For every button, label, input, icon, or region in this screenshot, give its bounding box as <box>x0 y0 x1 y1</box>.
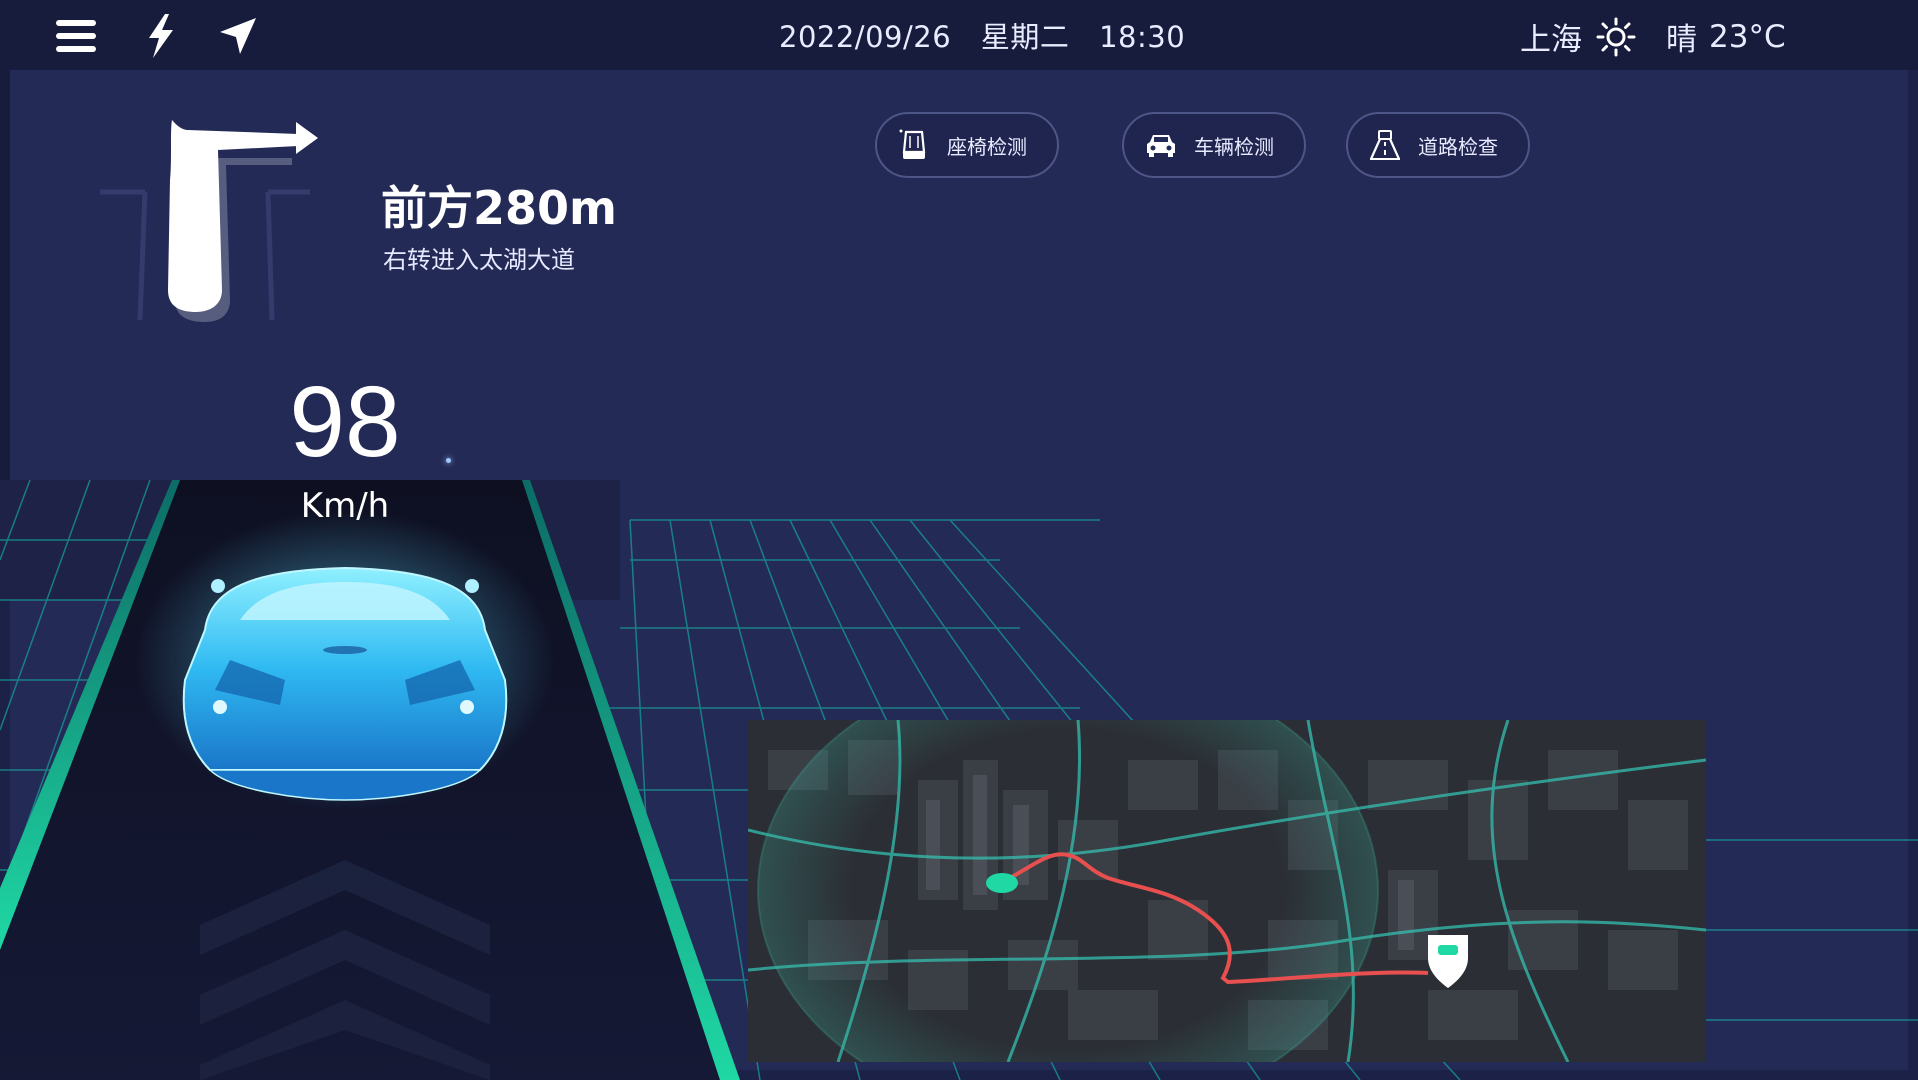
start-marker <box>986 873 1018 893</box>
road-check-button[interactable]: 道路检查 <box>1346 112 1530 178</box>
weather-text: 晴 <box>1666 22 1697 58</box>
turn-instruction: 右转进入太湖大道 <box>383 246 575 274</box>
seat-check-label: 座椅检测 <box>947 134 1027 159</box>
speed-unit: Km/h <box>300 486 390 526</box>
road-icon <box>1369 130 1401 160</box>
panel-edge <box>0 70 10 482</box>
map-canvas <box>748 720 1706 1062</box>
sun-icon <box>1596 17 1636 56</box>
turn-distance: 前方280m <box>381 181 617 235</box>
dashboard-screen: 2022/09/26 星期二 18:30 上海 晴 23°C 前方280m 右转… <box>0 0 1918 1080</box>
top-bar: 2022/09/26 星期二 18:30 上海 晴 23°C <box>0 0 1918 70</box>
vehicle-check-label: 车辆检测 <box>1194 134 1274 159</box>
speed-value: 98 <box>289 366 401 478</box>
temperature-text: 23°C <box>1709 18 1786 55</box>
menu-icon[interactable] <box>54 14 98 58</box>
navigation-arrow-icon[interactable] <box>216 14 260 58</box>
vehicle-check-button[interactable]: 车辆检测 <box>1122 112 1306 178</box>
datetime: 2022/09/26 星期二 18:30 <box>779 14 1205 56</box>
car-icon <box>1147 135 1175 157</box>
weather-widget: 上海 晴 23°C <box>1520 14 1786 59</box>
time-text: 18:30 <box>1099 20 1186 54</box>
weekday-text: 星期二 <box>980 20 1070 54</box>
turn-right-arrow-icon <box>100 120 318 322</box>
glow-dot <box>446 458 451 463</box>
date-text: 2022/09/26 <box>779 20 952 54</box>
city-text: 上海 <box>1520 22 1582 58</box>
lightning-icon[interactable] <box>138 14 182 58</box>
road-check-label: 道路检查 <box>1418 134 1498 159</box>
car-icon <box>182 566 508 801</box>
seat-check-button[interactable]: 座椅检测 <box>875 112 1059 178</box>
route-map[interactable] <box>748 720 1706 1062</box>
seat-icon <box>899 129 926 159</box>
